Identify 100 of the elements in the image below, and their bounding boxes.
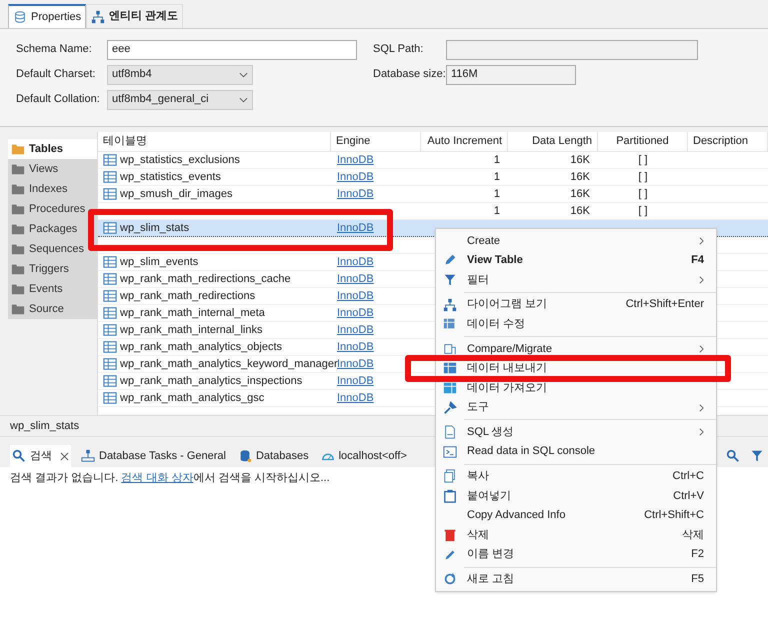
chevron-down-icon <box>239 72 248 78</box>
status-text: wp_slim_stats <box>10 418 80 434</box>
table-cell-text: wp_slim_events <box>120 254 198 270</box>
menu-item[interactable]: Copy Advanced Info Ctrl+Shift+C <box>436 506 716 526</box>
editor-tab[interactable]: Properties <box>8 4 86 28</box>
sidebar-item[interactable]: Source <box>8 299 97 319</box>
engine-link[interactable]: InnoDB <box>337 152 374 168</box>
refresh-icon <box>443 572 457 586</box>
menu-item[interactable]: SQL 생성 <box>436 422 716 442</box>
table-icon <box>103 374 117 388</box>
sidebar-item[interactable]: Events <box>8 279 97 299</box>
table-row[interactable]: wp_statistics_exclusions InnoDB 1 16K [ ] <box>98 152 768 169</box>
folder-icon <box>11 302 25 316</box>
copy-icon <box>443 469 457 484</box>
close-icon[interactable] <box>60 452 69 460</box>
engine-link[interactable]: InnoDB <box>337 372 374 390</box>
sidebar-item[interactable]: Procedures <box>8 199 97 219</box>
folder-icon <box>11 282 25 296</box>
folder-icon <box>11 182 25 196</box>
menu-item[interactable]: 필터 <box>436 270 716 290</box>
column-header[interactable]: Data Length <box>508 132 598 151</box>
engine-link[interactable]: InnoDB <box>337 322 374 338</box>
engine-link[interactable]: InnoDB <box>337 186 374 202</box>
table-cell-text: 1 <box>494 186 500 202</box>
tools-icon <box>443 400 457 415</box>
menu-item[interactable]: Read data in SQL console <box>436 442 716 462</box>
table-icon <box>103 221 117 235</box>
dropdown[interactable]: utf8mb4_general_ci <box>107 90 253 110</box>
table-cell-text: 16K <box>570 204 590 219</box>
menu-item[interactable]: 복사 Ctrl+C <box>436 466 716 486</box>
input-field[interactable]: 116M <box>446 64 576 84</box>
chevron-down-icon <box>239 96 248 102</box>
field-label: Schema Name: <box>16 42 93 58</box>
folder-icon <box>11 242 25 256</box>
table-cell-text: 16K <box>570 152 590 168</box>
menu-item[interactable]: Compare/Migrate <box>436 338 716 359</box>
table-cell-text: wp_smush_dir_images <box>120 186 232 202</box>
table-icon <box>103 153 117 167</box>
sidebar-item[interactable]: Tables <box>8 139 97 159</box>
table-cell-text: [ ] <box>638 152 648 168</box>
filter-icon <box>443 272 457 287</box>
field-label: Default Charset: <box>16 67 96 82</box>
editor-tab[interactable]: 엔티티 관계도 <box>86 4 184 28</box>
sidebar-item[interactable]: Indexes <box>8 179 97 199</box>
search-dialog-link[interactable]: 검색 대화 상자 <box>121 472 194 484</box>
search-icon <box>726 449 740 463</box>
sidebar-item[interactable]: Packages <box>8 219 97 239</box>
table-row[interactable]: wp_smush_dir_images InnoDB 1 16K [ ] <box>98 186 768 203</box>
input-field[interactable]: eee <box>107 40 357 60</box>
database-icon <box>13 10 27 24</box>
search-message: 검색 결과가 없습니다. 검색 대화 상자에서 검색을 시작하십시오... <box>10 471 330 486</box>
panel-tab[interactable]: Database Tasks - General <box>79 445 228 467</box>
column-header[interactable]: Partitioned <box>598 132 688 151</box>
engine-link[interactable]: InnoDB <box>337 270 374 288</box>
column-header[interactable]: Auto Increment <box>421 132 508 151</box>
table-icon <box>103 289 117 303</box>
column-header[interactable]: Engine <box>331 132 421 151</box>
engine-link[interactable]: InnoDB <box>337 304 374 322</box>
table-row[interactable]: wp_statistics_events InnoDB 1 16K [ ] <box>98 169 768 186</box>
import-icon <box>443 380 457 395</box>
engine-link[interactable]: InnoDB <box>337 168 374 186</box>
pencil-icon <box>443 548 457 562</box>
sidebar-item[interactable]: Sequences <box>8 239 97 259</box>
panel-tab[interactable]: localhost<off> <box>318 445 409 467</box>
engine-link[interactable]: InnoDB <box>337 254 374 270</box>
menu-item[interactable]: 새로 고침 F5 <box>436 570 716 590</box>
table-icon <box>103 170 117 184</box>
hierarchy-icon <box>91 10 106 24</box>
column-header[interactable]: Description <box>688 132 768 151</box>
engine-link[interactable]: InnoDB <box>337 338 374 356</box>
panel-tab[interactable]: Databases <box>236 445 311 467</box>
grid-icon <box>443 317 457 332</box>
engine-link[interactable]: InnoDB <box>337 356 374 372</box>
table-cell-text: wp_rank_math_internal_links <box>120 322 262 338</box>
database-icon <box>238 449 252 463</box>
hierarchy-icon <box>443 298 457 312</box>
dropdown[interactable]: utf8mb4 <box>107 64 253 84</box>
table-cell-text: wp_statistics_events <box>120 170 221 185</box>
menu-item[interactable]: 붙여넣기 Ctrl+V <box>436 486 716 506</box>
export-icon <box>443 361 457 376</box>
column-header[interactable]: 테이블명 <box>98 132 331 151</box>
table-icon <box>103 340 117 354</box>
table-cell-text: wp_rank_math_redirections_cache <box>120 272 291 287</box>
menu-item[interactable]: 이름 변경 F2 <box>436 544 716 564</box>
table-cell-text: 1 <box>494 170 500 185</box>
folder-icon <box>11 202 25 216</box>
sidebar-item[interactable]: Views <box>8 159 97 179</box>
folder-icon <box>11 142 25 156</box>
folder-icon <box>11 162 25 176</box>
table-cell-text: 16K <box>570 186 590 202</box>
panel-tab[interactable]: 검색 <box>10 445 71 467</box>
input-field[interactable] <box>446 40 698 60</box>
engine-link[interactable]: InnoDB <box>337 288 374 304</box>
sidebar-item[interactable]: Triggers <box>8 259 97 279</box>
table-cell-text: wp_rank_math_analytics_keyword_manager <box>120 356 338 372</box>
engine-link[interactable]: InnoDB <box>337 220 374 236</box>
table-cell-text: wp_slim_stats <box>120 220 190 236</box>
table-icon <box>103 187 117 201</box>
engine-link[interactable]: InnoDB <box>337 390 374 406</box>
menu-item[interactable]: 삭제 삭제 <box>436 525 716 545</box>
